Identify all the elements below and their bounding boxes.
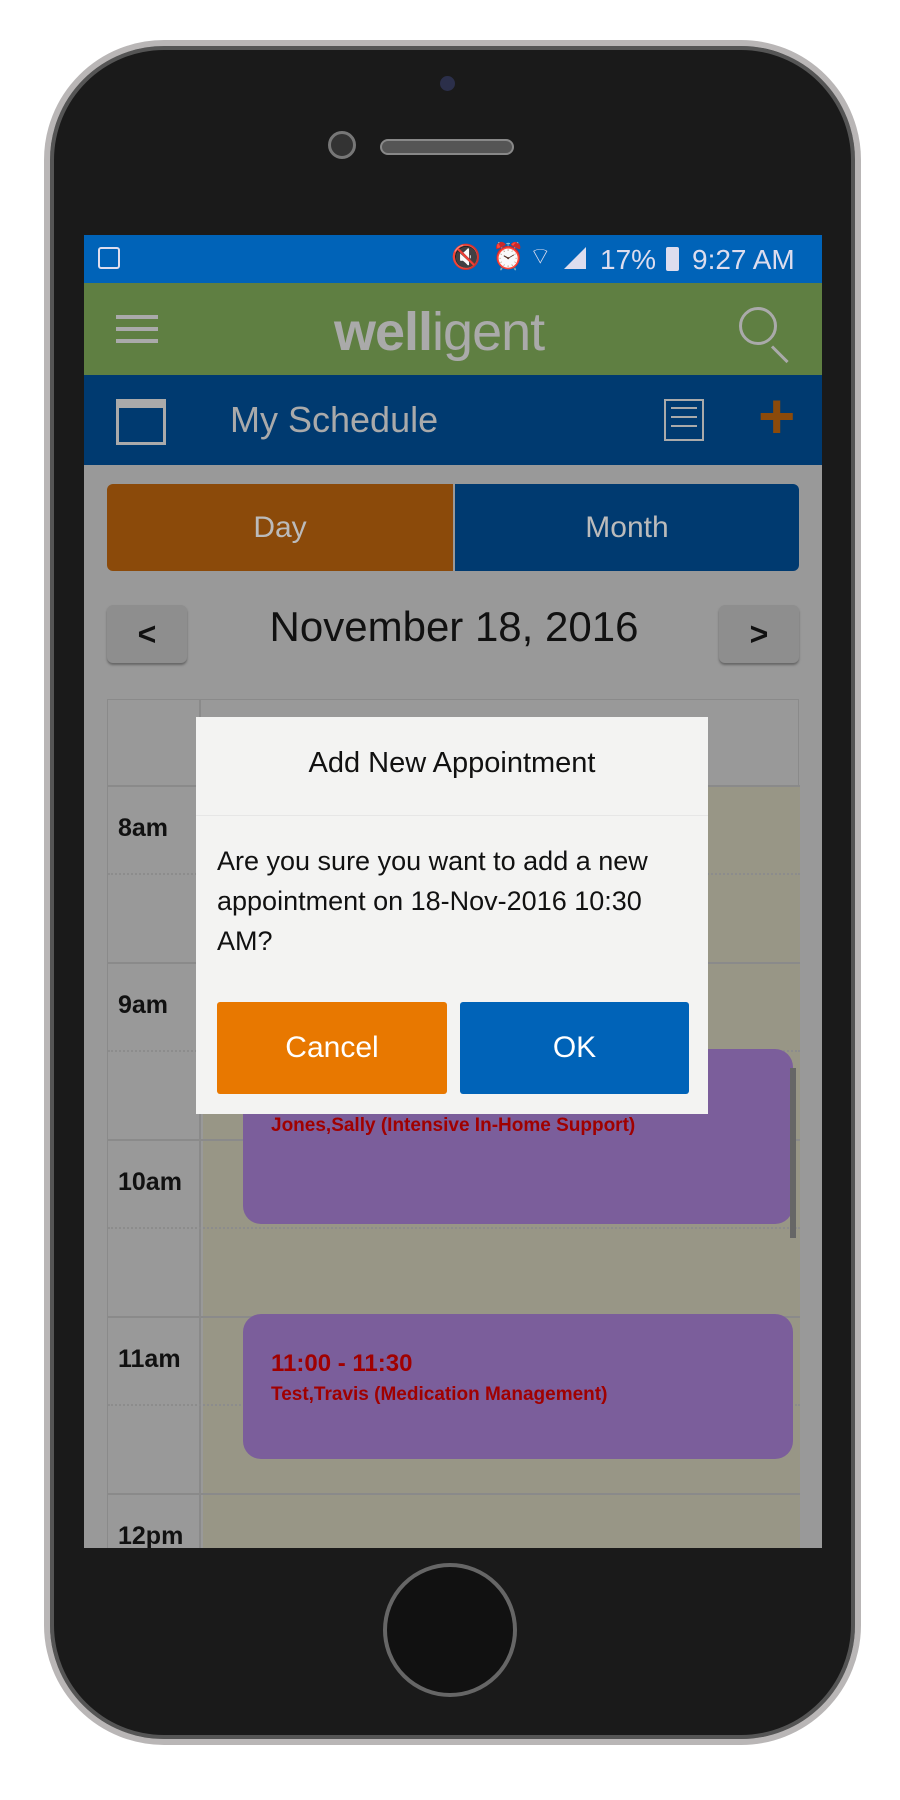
- next-date-button[interactable]: >: [719, 605, 799, 663]
- hour-line: [108, 1493, 800, 1495]
- battery-text: 17%: [600, 244, 657, 275]
- appointment-title: Test,Travis (Medication Management): [271, 1384, 608, 1405]
- search-icon[interactable]: [739, 307, 777, 345]
- tab-day[interactable]: Day: [107, 484, 453, 571]
- half-line: [108, 1227, 800, 1229]
- dialog-divider: [196, 815, 708, 816]
- mute-icon: 🔇: [451, 244, 481, 271]
- prev-date-button[interactable]: <: [107, 605, 187, 663]
- app-header: welligent: [84, 283, 822, 375]
- calendar-icon[interactable]: [116, 399, 166, 445]
- signal-icon: [564, 247, 586, 269]
- scrollbar[interactable]: [790, 1068, 796, 1238]
- appointment-time: 11:00 - 11:30: [271, 1350, 413, 1377]
- hour-label: 11am: [118, 1345, 181, 1373]
- clock: 9:27 AM: [692, 244, 795, 275]
- battery-icon: [666, 247, 679, 271]
- page-title: My Schedule: [230, 399, 439, 440]
- appointment[interactable]: 11:00 - 11:30 Test,Travis (Medication Ma…: [243, 1314, 793, 1459]
- speaker: [380, 139, 514, 155]
- home-button[interactable]: [383, 1563, 517, 1697]
- plus-icon[interactable]: +: [758, 379, 795, 453]
- tab-month[interactable]: Month: [455, 484, 799, 571]
- add-appointment-dialog: Add New Appointment Are you sure you wan…: [196, 717, 708, 1114]
- status-bar: 🔇 ⏰ ⌔ 17% 9:27 AM: [84, 235, 822, 283]
- cancel-button[interactable]: Cancel: [217, 1002, 447, 1094]
- logo: welligent: [334, 301, 545, 363]
- list-icon[interactable]: [664, 399, 704, 441]
- schedule-bar: My Schedule +: [84, 375, 822, 465]
- search-icon-handle: [770, 345, 789, 364]
- logo-light: igent: [432, 302, 545, 362]
- hour-label: 9am: [118, 991, 169, 1019]
- camera: [328, 131, 356, 159]
- dialog-message: Are you sure you want to add a new appoi…: [217, 846, 648, 956]
- image-icon: [98, 247, 120, 269]
- alarm-icon: ⏰: [492, 241, 525, 271]
- hour-label: 10am: [118, 1168, 182, 1196]
- hour-label: 8am: [118, 814, 169, 842]
- dialog-title: Add New Appointment: [308, 747, 596, 779]
- screen: 🔇 ⏰ ⌔ 17% 9:27 AM welligent My Schedule …: [84, 235, 822, 1548]
- hour-label: 12pm: [118, 1522, 184, 1548]
- logo-bold: well: [334, 302, 433, 362]
- menu-icon[interactable]: [116, 315, 158, 343]
- current-date: November 18, 2016: [269, 603, 639, 650]
- wifi-icon: ⌔: [529, 243, 552, 270]
- front-camera-dot: [440, 76, 455, 91]
- ok-button[interactable]: OK: [460, 1002, 689, 1094]
